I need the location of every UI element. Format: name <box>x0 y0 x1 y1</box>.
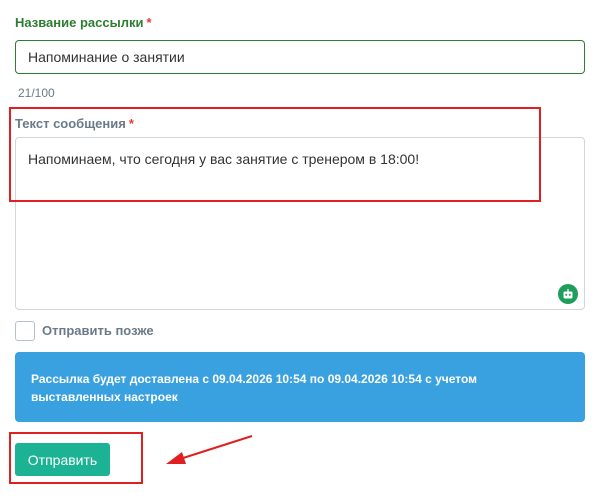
message-textarea[interactable]: Напоминаем, что сегодня у вас занятие с … <box>15 137 585 310</box>
name-label: Название рассылки * <box>15 15 152 30</box>
robot-icon[interactable] <box>558 284 578 304</box>
robot-icon-glyph <box>563 289 573 299</box>
send-button[interactable]: Отправить <box>15 443 110 476</box>
send-later-label[interactable]: Отправить позже <box>42 323 154 338</box>
delivery-info-text: Рассылка будет доставлена с 09.04.2026 1… <box>31 372 478 404</box>
send-later-checkbox[interactable] <box>15 321 35 341</box>
mailing-form: Название рассылки * Напоминание о занятии… <box>0 0 595 502</box>
name-label-text: Название рассылки <box>15 15 144 30</box>
delivery-info-box: Рассылка будет доставлена с 09.04.2026 1… <box>15 352 585 422</box>
char-counter: 21/100 <box>18 86 55 100</box>
required-mark: * <box>128 116 134 131</box>
message-label-text: Текст сообщения <box>15 116 126 131</box>
required-mark: * <box>146 15 152 30</box>
name-input[interactable]: Напоминание о занятии <box>15 40 585 74</box>
arrow-icon <box>166 435 253 464</box>
message-label: Текст сообщения * <box>15 116 134 131</box>
